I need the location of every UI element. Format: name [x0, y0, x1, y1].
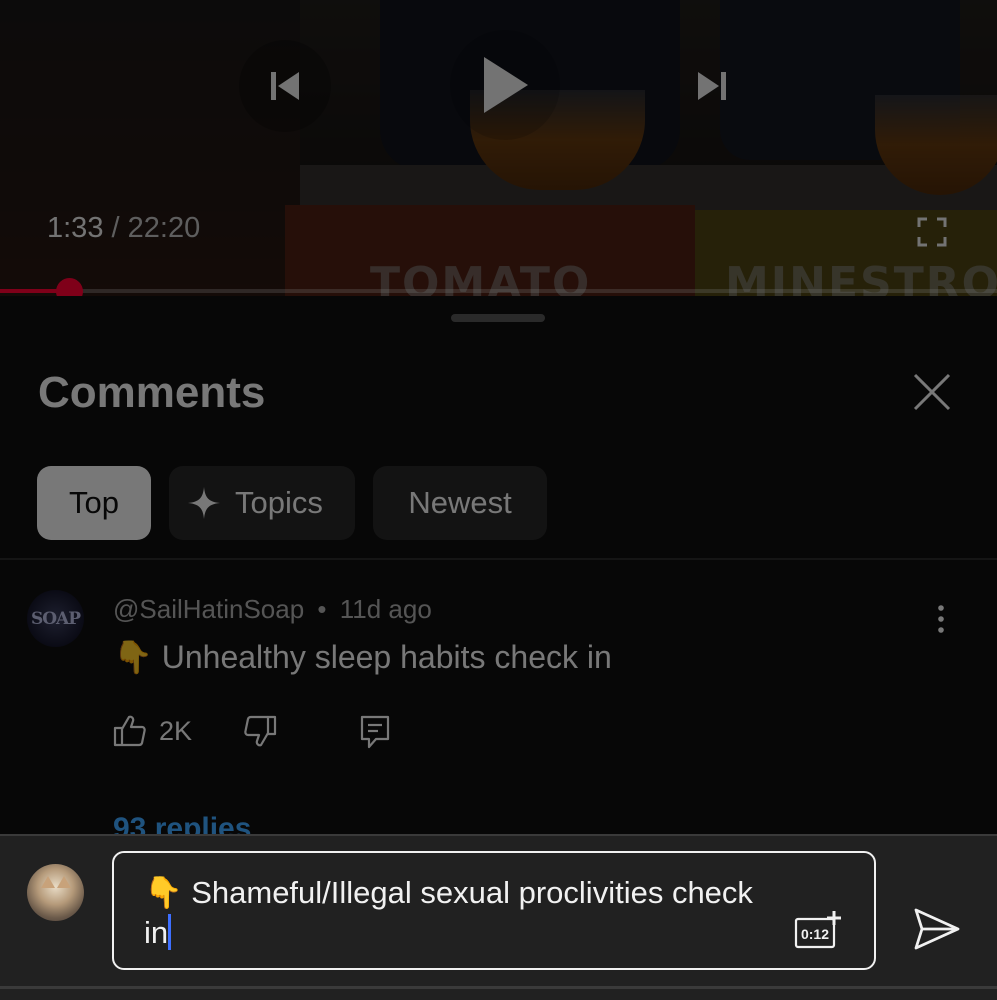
filter-chip-top[interactable]: Top [37, 466, 151, 540]
time-display: 1:33 / 22:20 [47, 212, 200, 245]
drag-handle[interactable] [451, 314, 545, 322]
filter-chip-label: Newest [408, 485, 512, 520]
timestamp-label: 0:12 [801, 926, 829, 942]
send-icon [914, 908, 960, 950]
comment-input[interactable]: 👇 Shameful/Illegal sexual proclivities c… [112, 851, 876, 970]
comment-menu-button[interactable] [928, 604, 954, 634]
divider [0, 558, 997, 560]
avatar-kitten-ear [41, 876, 55, 888]
thumbs-up-icon [113, 715, 146, 747]
bottom-divider [0, 986, 997, 989]
comment-author[interactable]: @SailHatinSoap [113, 594, 304, 624]
more-vert-icon [938, 605, 944, 633]
commenter-avatar[interactable]: SOAP [27, 590, 84, 647]
fullscreen-icon [917, 217, 947, 247]
play-icon [484, 57, 528, 113]
filter-chip-label: Top [69, 485, 119, 520]
play-button[interactable] [450, 30, 560, 140]
user-avatar[interactable] [27, 864, 84, 921]
like-count: 2K [159, 715, 193, 746]
skip-next-icon [698, 72, 726, 100]
comment-input-text[interactable]: 👇 Shameful/Illegal sexual proclivities c… [144, 873, 784, 953]
progress-track[interactable] [0, 289, 997, 293]
send-button[interactable] [912, 904, 962, 954]
like-button[interactable]: 2K [113, 714, 192, 748]
close-button[interactable] [908, 368, 956, 416]
comment-meta: @SailHatinSoap • 11d ago [113, 594, 432, 625]
current-time: 1:33 [47, 212, 104, 244]
add-timestamp-icon: 0:12 [794, 911, 841, 949]
add-timestamp-button[interactable]: 0:12 [794, 909, 844, 949]
time-separator: / [111, 212, 120, 244]
duration: 22:20 [127, 212, 201, 244]
fullscreen-button[interactable] [910, 210, 954, 254]
reply-button[interactable] [359, 714, 391, 750]
previous-button[interactable] [239, 40, 331, 132]
filter-chip-topics[interactable]: Topics [169, 466, 355, 540]
thumbs-down-icon [244, 715, 277, 747]
avatar-text: SOAP [30, 608, 81, 629]
comments-title: Comments [38, 368, 266, 417]
sparkle-icon [188, 487, 220, 519]
comment-age: 11d ago [339, 594, 432, 624]
filter-chip-label: Topics [235, 485, 323, 520]
skip-previous-icon [271, 72, 299, 100]
meta-dot: • [317, 594, 327, 624]
comment-input-value: 👇 Shameful/Illegal sexual proclivities c… [144, 875, 753, 950]
text-caret [168, 914, 172, 950]
next-button[interactable] [666, 40, 758, 132]
dislike-button[interactable] [243, 714, 277, 748]
reply-comment-icon [360, 715, 390, 749]
avatar-kitten-ear [57, 876, 71, 888]
filter-chip-newest[interactable]: Newest [373, 466, 547, 540]
close-icon [913, 373, 951, 411]
comment-text: 👇 Unhealthy sleep habits check in [113, 639, 612, 675]
